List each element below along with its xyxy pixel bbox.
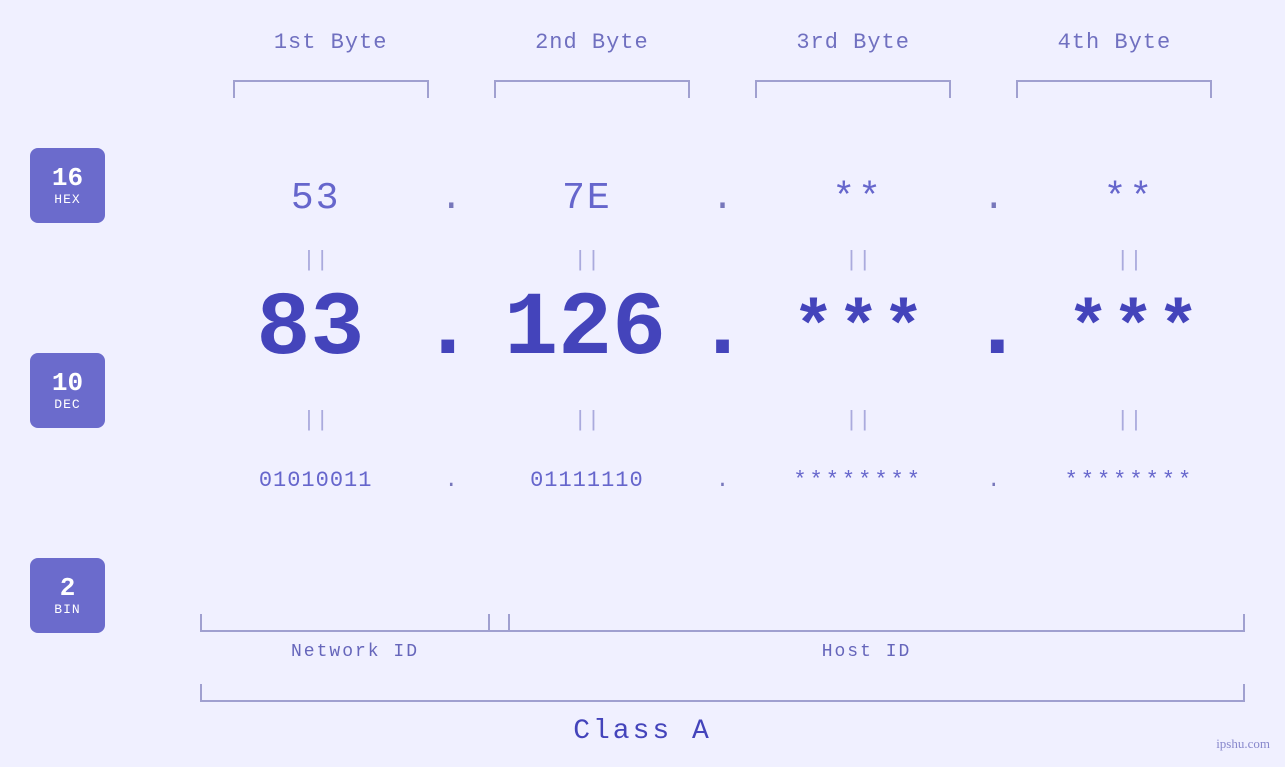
bin-byte3: ******** [743,468,974,493]
hex-badge: 16 HEX [30,148,105,223]
main-container: 1st Byte 2nd Byte 3rd Byte 4th Byte 16 H… [0,0,1285,767]
byte2-header: 2nd Byte [461,30,722,55]
bin-byte4: ******** [1014,468,1245,493]
hex-byte4: ** [1014,177,1245,220]
bin-label: BIN [54,602,80,617]
dec-byte4: *** [1024,291,1245,370]
dec-byte3: *** [750,291,971,370]
dec-label: DEC [54,397,80,412]
hex-label: HEX [54,192,80,207]
bin-dot1: . [431,468,471,493]
eq2-b2: || [471,408,702,433]
eq1-b2: || [471,248,702,273]
network-id-label: Network ID [200,642,510,662]
bracket-byte1 [200,80,461,98]
hex-num: 16 [52,164,83,193]
top-brackets [200,80,1245,98]
base-labels: 16 HEX 10 DEC 2 BIN [30,148,105,633]
dec-dot2: . [695,279,749,381]
bracket-line-3 [755,80,951,98]
bracket-byte2 [461,80,722,98]
hex-dot1: . [431,177,471,220]
byte3-header: 3rd Byte [723,30,984,55]
eq2-b1: || [200,408,431,433]
bracket-line-2 [494,80,690,98]
eq1-b3: || [743,248,974,273]
eq1-b4: || [1014,248,1245,273]
dec-dot1: . [421,279,475,381]
byte4-header: 4th Byte [984,30,1245,55]
dec-dot3: . [970,279,1024,381]
class-label: Class A [0,716,1285,747]
bracket-line-1 [233,80,429,98]
hex-byte3: ** [743,177,974,220]
hex-dot2: . [703,177,743,220]
bin-dot2: . [703,468,743,493]
network-id-bracket [200,614,510,632]
bin-byte1: 01010011 [200,468,431,493]
bracket-byte3 [723,80,984,98]
eq2-b3: || [743,408,974,433]
dec-num: 10 [52,369,83,398]
bin-num: 2 [60,574,76,603]
watermark: ipshu.com [1216,736,1270,752]
bin-badge: 2 BIN [30,558,105,633]
dec-byte2: 126 [475,279,696,381]
bin-byte2: 01111110 [471,468,702,493]
bin-row: 01010011 . 01111110 . ******** . *******… [200,440,1245,520]
eq1-b1: || [200,248,431,273]
eq2-b4: || [1014,408,1245,433]
hex-byte1: 53 [200,177,431,220]
hex-byte2: 7E [471,177,702,220]
hex-row: 53 . 7E . ** . ** [200,158,1245,238]
bin-dot3: . [974,468,1014,493]
host-id-bracket [488,614,1245,632]
dec-badge: 10 DEC [30,353,105,428]
equals-row-2: || || || || [200,400,1245,440]
hex-dot3: . [974,177,1014,220]
bracket-line-4 [1016,80,1212,98]
bracket-byte4 [984,80,1245,98]
class-bracket [200,684,1245,702]
dec-byte1: 83 [200,279,421,381]
byte1-header: 1st Byte [200,30,461,55]
dec-row: 83 . 126 . *** . *** [200,270,1245,390]
byte-headers: 1st Byte 2nd Byte 3rd Byte 4th Byte [200,30,1245,55]
host-id-label: Host ID [488,642,1245,662]
